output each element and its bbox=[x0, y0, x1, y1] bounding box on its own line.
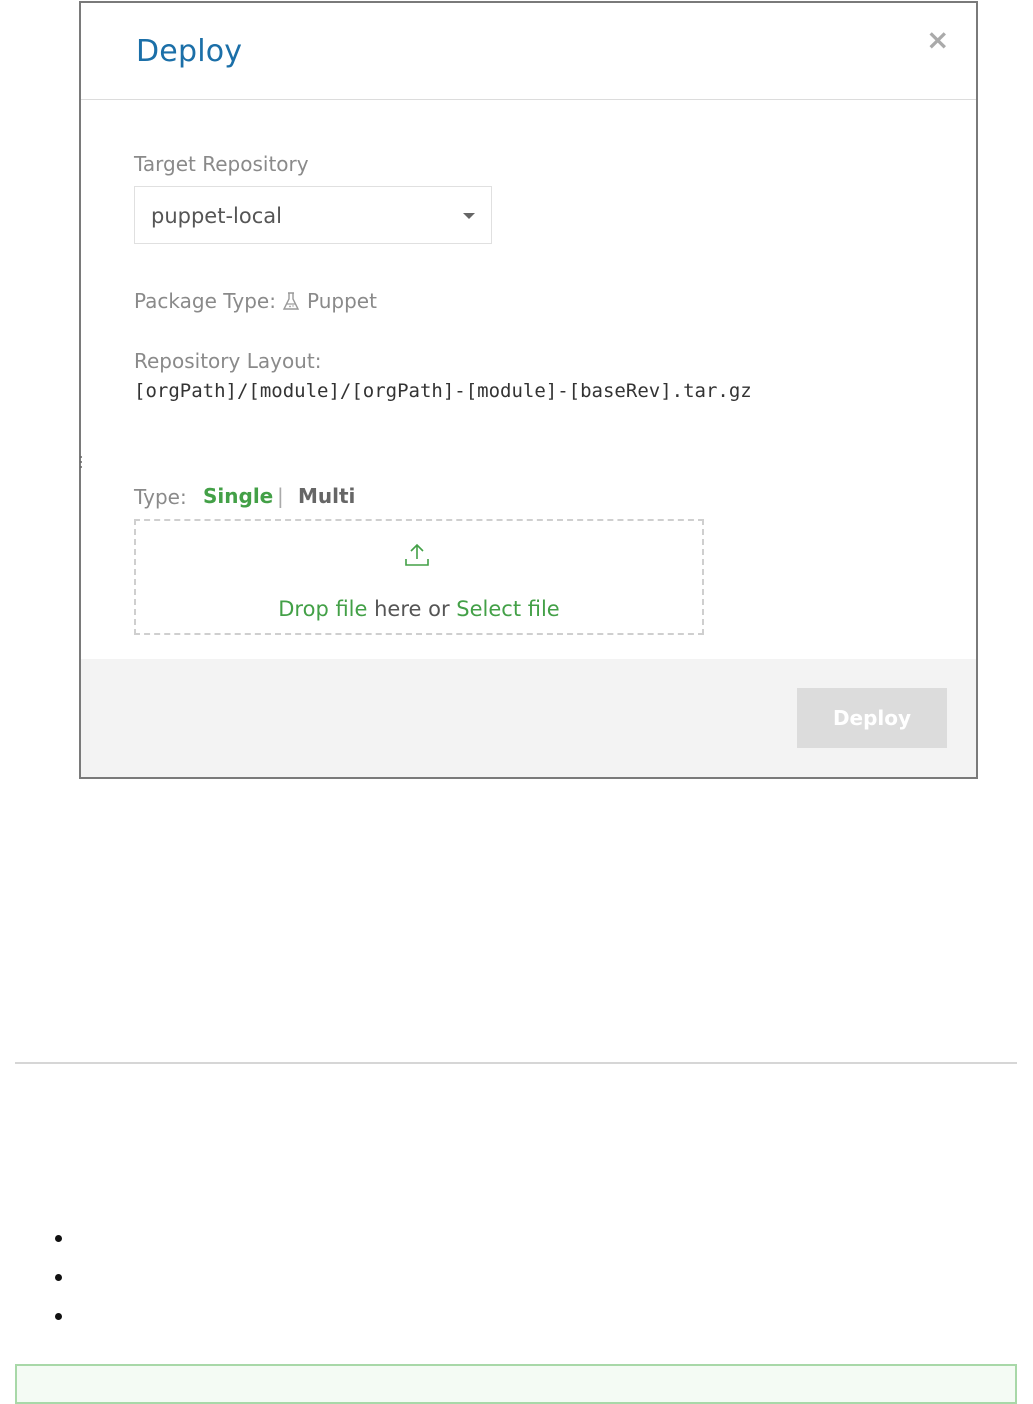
deploy-button[interactable]: Deploy bbox=[797, 688, 947, 748]
package-type-value: Puppet bbox=[307, 289, 377, 313]
file-dropzone[interactable]: Drop file here or Select file bbox=[134, 519, 704, 635]
target-repository-select[interactable]: puppet-local bbox=[134, 186, 492, 244]
type-separator: | bbox=[277, 484, 284, 508]
resize-grip-icon bbox=[80, 456, 82, 468]
flask-icon bbox=[282, 292, 300, 310]
type-label: Type: bbox=[134, 485, 187, 509]
select-file-link[interactable]: Select file bbox=[456, 597, 559, 621]
repository-layout-label: Repository Layout: bbox=[134, 349, 322, 373]
deploy-modal: Deploy × Target Repository puppet-local … bbox=[79, 1, 978, 779]
close-icon[interactable]: × bbox=[926, 26, 949, 54]
target-repository-value: puppet-local bbox=[151, 204, 282, 228]
info-panel bbox=[15, 1364, 1017, 1404]
divider bbox=[15, 1062, 1017, 1064]
dropzone-text: Drop file here or Select file bbox=[136, 597, 702, 621]
modal-title: Deploy bbox=[136, 34, 243, 69]
target-repository-label: Target Repository bbox=[134, 152, 309, 176]
modal-header: Deploy × bbox=[81, 3, 976, 100]
upload-icon bbox=[405, 543, 429, 566]
modal-footer: Deploy bbox=[81, 659, 976, 777]
type-option-single[interactable]: Single bbox=[203, 484, 273, 508]
repository-layout-value: [orgPath]/[module]/[orgPath]-[module]-[b… bbox=[134, 380, 752, 402]
drop-file-link[interactable]: Drop file bbox=[278, 597, 367, 621]
type-option-multi[interactable]: Multi bbox=[298, 484, 355, 508]
dropzone-middle-text: here or bbox=[367, 597, 457, 621]
chevron-down-icon bbox=[463, 213, 475, 219]
package-type-label: Package Type: bbox=[134, 289, 276, 313]
